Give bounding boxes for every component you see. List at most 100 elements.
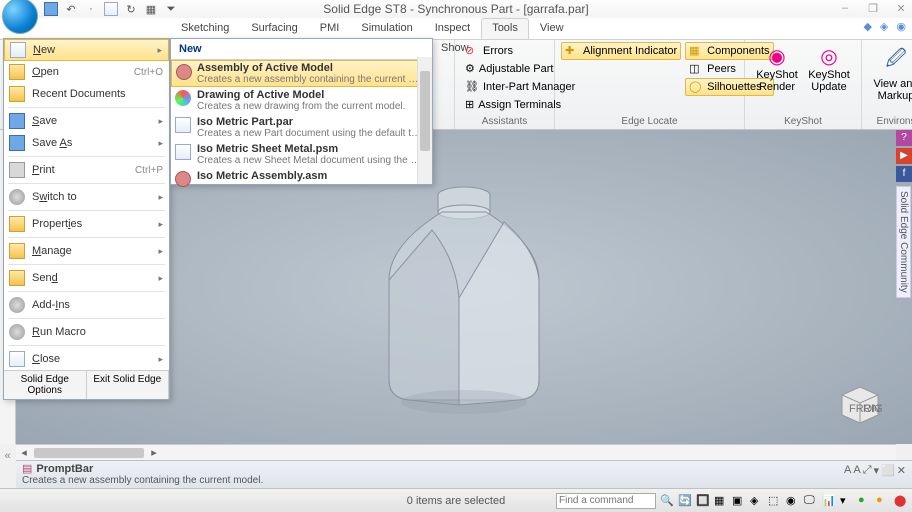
ribbon-group-environs: 🖉View and Markup Environs: [862, 40, 912, 129]
quick-access-toolbar: ↶ · ↻ ▦ ⏷: [44, 2, 178, 16]
submenu-scrollbar[interactable]: [417, 57, 432, 184]
title-bar: ↶ · ↻ ▦ ⏷ Solid Edge ST8 - Synchronous P…: [0, 0, 912, 18]
menu-close[interactable]: Close▸: [4, 348, 169, 370]
tab-pmi[interactable]: PMI: [309, 18, 351, 39]
grid-icon[interactable]: ▦: [144, 2, 158, 16]
tab-surfacing[interactable]: Surfacing: [240, 18, 308, 39]
window-controls: – ❐ ✕: [838, 2, 908, 15]
new-iso-assembly[interactable]: Iso Metric Assembly.asm: [171, 168, 432, 184]
tab-sketching[interactable]: Sketching: [170, 18, 240, 39]
prompt-bar: ▤ PromptBar Creates a new assembly conta…: [16, 460, 912, 488]
menu-open[interactable]: OpenCtrl+O: [4, 61, 169, 83]
menu-switch-to[interactable]: Switch to▸: [4, 186, 169, 208]
submenu-header: New: [171, 39, 432, 60]
menu-manage[interactable]: Manage▸: [4, 240, 169, 262]
new-iso-part[interactable]: Iso Metric Part.par Creates a new Part d…: [171, 114, 432, 141]
facebook-icon[interactable]: f: [896, 166, 912, 182]
keyshot-render-icon: ◉: [768, 44, 785, 69]
assistants-title: Assistants: [461, 114, 548, 127]
prompt-title: PromptBar: [36, 463, 93, 475]
menu-new[interactable]: New▸: [4, 39, 169, 61]
ribbon-truncated: Show: [435, 40, 455, 129]
selection-status: 0 items are selected: [0, 495, 912, 507]
scrollbar-thumb[interactable]: [420, 71, 430, 151]
assembly-icon: [176, 64, 192, 80]
prompt-controls: A A ⤢ ▾ ⬜ ✕: [844, 464, 906, 477]
application-menu: New▸ OpenCtrl+O Recent Documents Save▸ S…: [3, 38, 170, 400]
interpart-manager-button[interactable]: ⛓Inter-Part Manager: [461, 78, 548, 96]
errors-row[interactable]: ⊘Errors: [461, 42, 548, 60]
save-icon[interactable]: [44, 2, 58, 16]
scrollbar-thumb[interactable]: [34, 448, 144, 458]
menu-print[interactable]: PrintCtrl+P: [4, 159, 169, 181]
new-iso-sheet-metal[interactable]: Iso Metric Sheet Metal.psm Creates a new…: [171, 141, 432, 168]
mini-icon-1[interactable]: ◆: [863, 20, 871, 33]
exit-solid-edge-button[interactable]: Exit Solid Edge: [87, 371, 170, 399]
separator-icon: ·: [84, 2, 98, 16]
minimize-button[interactable]: –: [838, 2, 852, 15]
doc-icon[interactable]: [104, 2, 118, 16]
prompt-ctrl[interactable]: ⬜: [881, 464, 895, 477]
drawing-icon: [175, 90, 191, 106]
prompt-ctrl[interactable]: A: [844, 464, 851, 477]
prompt-close-icon[interactable]: ✕: [897, 464, 906, 477]
keyshot-title: KeyShot: [751, 114, 855, 127]
menu-separator: [8, 291, 165, 292]
menu-addins[interactable]: Add-Ins: [4, 294, 169, 316]
new-icon: [10, 42, 26, 58]
qat-dropdown-icon[interactable]: ⏷: [164, 2, 178, 16]
menu-separator: [8, 345, 165, 346]
ribbon-mini-icons: ◆ ◈ ◉: [863, 20, 906, 33]
youtube-icon[interactable]: ▶: [896, 148, 912, 164]
solid-edge-options-button[interactable]: Solid Edge Options: [4, 371, 87, 399]
ribbon-group-edge-locate: ✚Alignment Indicator ▦Components ◫Peers …: [555, 40, 745, 129]
prompt-ctrl[interactable]: ▾: [874, 464, 880, 477]
keyshot-update-icon: ◎: [820, 44, 837, 69]
adjustable-part-button[interactable]: ⚙Adjustable Part: [461, 60, 548, 78]
save-icon: [9, 113, 25, 129]
new-assembly-of-active-model[interactable]: Assembly of Active Model Creates a new a…: [171, 60, 432, 87]
menu-properties[interactable]: Properties▸: [4, 213, 169, 235]
adjustable-icon: ⚙: [465, 62, 475, 76]
alignment-icon: ✚: [565, 44, 579, 58]
undo-icon[interactable]: ↶: [64, 2, 78, 16]
tab-inspect[interactable]: Inspect: [424, 18, 481, 39]
view-cube[interactable]: FRONT RIGHT: [838, 383, 882, 427]
mini-icon-3[interactable]: ◉: [896, 20, 906, 33]
mini-icon-2[interactable]: ◈: [880, 20, 888, 33]
menu-save-as[interactable]: Save As▸: [4, 132, 169, 154]
keyshot-update-button[interactable]: ◎KeyShot Update: [803, 42, 855, 95]
tab-simulation[interactable]: Simulation: [350, 18, 423, 39]
scroll-left-icon[interactable]: ◂: [16, 446, 32, 459]
help-icon[interactable]: ?: [896, 130, 912, 146]
menu-recent[interactable]: Recent Documents: [4, 83, 169, 105]
tab-view[interactable]: View: [529, 18, 575, 39]
close-icon: [9, 351, 25, 367]
menu-save[interactable]: Save▸: [4, 110, 169, 132]
keyshot-render-button[interactable]: ◉KeyShot Render: [751, 42, 803, 95]
components-icon: ▦: [689, 44, 703, 58]
menu-run-macro[interactable]: Run Macro: [4, 321, 169, 343]
community-label[interactable]: Solid Edge Community: [896, 186, 911, 298]
view-markup-button[interactable]: 🖉View and Markup: [868, 42, 912, 104]
menu-separator: [8, 264, 165, 265]
close-button[interactable]: ✕: [894, 2, 908, 15]
social-panel: ? ▶ f: [896, 130, 912, 182]
maximize-button[interactable]: ❐: [866, 2, 880, 15]
new-drawing-of-active-model[interactable]: Drawing of Active Model Creates a new dr…: [171, 87, 432, 114]
interpart-icon: ⛓: [465, 80, 479, 94]
prompt-icon: ▤: [22, 462, 32, 475]
prompt-ctrl[interactable]: A: [853, 464, 860, 477]
ribbon-group-assistants: ⊘Errors ⚙Adjustable Part ⛓Inter-Part Man…: [455, 40, 555, 129]
status-bar: 0 items are selected 🔍 🔄 🔲 ▦ ▣ ◈ ⬚ ◉ 🖵 📊…: [0, 488, 912, 512]
scroll-right-icon[interactable]: ▸: [146, 446, 162, 459]
prompt-ctrl[interactable]: ⤢: [863, 464, 872, 477]
tab-tools[interactable]: Tools: [481, 18, 529, 39]
alignment-indicator-button[interactable]: ✚Alignment Indicator: [561, 42, 681, 60]
horizontal-scrollbar[interactable]: ◂ ▸: [16, 444, 896, 460]
assign-terminals-button[interactable]: ⊞Assign Terminals: [461, 96, 548, 114]
show-label: Show: [441, 42, 448, 54]
refresh-icon[interactable]: ↻: [124, 2, 138, 16]
sheetmetal-icon: [175, 144, 191, 160]
menu-send[interactable]: Send▸: [4, 267, 169, 289]
